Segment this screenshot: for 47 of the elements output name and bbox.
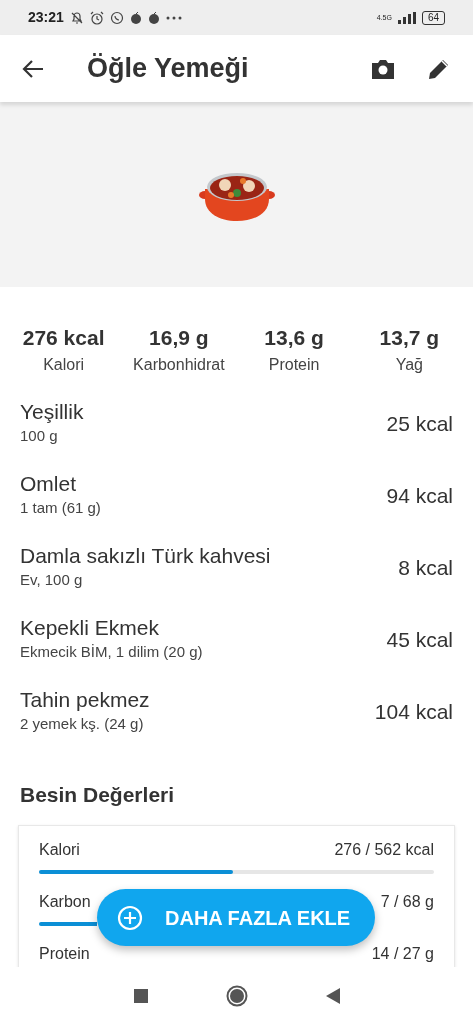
home-icon[interactable] <box>225 984 248 1007</box>
food-calories: 94 kcal <box>386 482 453 509</box>
nutrient-label: Kalori <box>39 839 80 860</box>
fruit-icon <box>147 10 160 25</box>
nutrient-value: 14 / 27 g <box>371 943 434 964</box>
summary-label: Yağ <box>395 355 423 376</box>
summary-value: 13,7 g <box>379 325 440 351</box>
back-icon[interactable] <box>325 987 340 1004</box>
back-arrow-icon[interactable] <box>22 59 44 78</box>
alarm-icon <box>89 10 104 25</box>
food-portion: Ev, 100 g <box>20 570 84 591</box>
food-name: Damla sakızlı Türk kahvesi <box>20 542 271 569</box>
add-more-button[interactable]: DAHA FAZLA EKLE <box>97 889 375 946</box>
nutrient-label: Karbon <box>39 891 91 912</box>
food-name: Yeşillik <box>20 398 84 425</box>
food-name: Omlet <box>20 470 77 497</box>
food-calories: 25 kcal <box>386 410 453 437</box>
nutrient-label: Protein <box>39 943 90 964</box>
more-icon <box>165 15 182 20</box>
recent-apps-icon[interactable] <box>133 988 148 1003</box>
summary-label: Karbonhidrat <box>133 355 225 376</box>
summary-value: 276 kcal <box>22 325 105 351</box>
plus-circle-icon <box>117 904 143 931</box>
food-name: Kepekli Ekmek <box>20 614 160 641</box>
food-calories: 104 kcal <box>374 698 453 725</box>
food-portion: 2 yemek kş. (24 g) <box>20 714 145 735</box>
chat-icon <box>109 10 124 25</box>
nutrient-value: 7 / 68 g <box>380 891 434 912</box>
food-calories: 8 kcal <box>398 554 453 581</box>
signal-icon <box>397 11 416 24</box>
food-portion: Ekmecik BİM, 1 dilim (20 g) <box>20 642 203 663</box>
nutrient-value: 276 / 562 kcal <box>334 839 434 860</box>
status-time: 23:21 <box>28 8 64 27</box>
summary-value: 16,9 g <box>149 325 209 351</box>
camera-icon[interactable] <box>370 57 396 80</box>
summary-value: 13,6 g <box>264 325 324 351</box>
food-calories: 45 kcal <box>386 626 453 653</box>
fruit-icon <box>129 10 142 25</box>
food-portion: 1 tam (61 g) <box>20 498 101 519</box>
summary-label: Kalori <box>43 355 85 376</box>
summary-label: Protein <box>268 355 320 376</box>
page-title: Öğle Yemeği <box>87 52 249 86</box>
food-name: Tahin pekmez <box>20 686 150 713</box>
section-title: Besin Değerleri <box>20 783 175 807</box>
food-portion: 100 g <box>20 426 59 447</box>
battery-indicator: 64 <box>421 10 445 25</box>
bell-off-icon <box>69 10 84 25</box>
